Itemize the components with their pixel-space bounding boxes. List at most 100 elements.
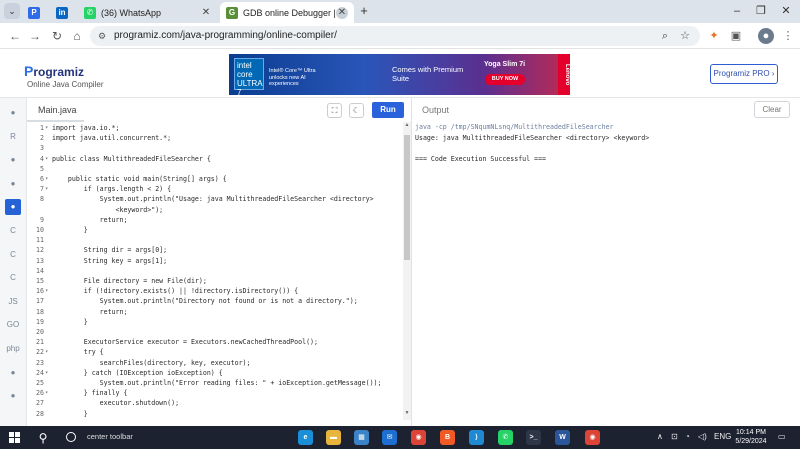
java-icon[interactable]: ● [5, 199, 21, 216]
code-text[interactable]: } [52, 225, 88, 235]
code-line[interactable]: 9 return; [27, 215, 402, 225]
home-icon[interactable]: ⌂ [70, 29, 84, 43]
bookmark-star-icon[interactable]: ☆ [678, 29, 692, 43]
code-text[interactable]: return; [52, 307, 128, 317]
omnibox[interactable]: ⚙ programiz.com/java-programming/online-… [90, 26, 700, 46]
code-text[interactable]: System.out.println("Usage: java Multithr… [52, 194, 374, 204]
code-line[interactable]: 14 [27, 266, 402, 276]
fold-toggle-icon[interactable]: ▾ [45, 286, 51, 296]
minimize-icon[interactable]: – [730, 4, 744, 18]
code-editor[interactable]: 1 ▾ import java.io.*; 2 import java.util.con… [27, 122, 402, 424]
tray-chevron-icon[interactable]: ∧ [657, 432, 663, 441]
code-line[interactable]: <keyword>"); [27, 205, 402, 215]
html-icon[interactable]: ● [5, 176, 21, 192]
extensions-puzzle-icon[interactable]: ▣ [728, 28, 744, 44]
code-text[interactable]: System.out.println("Error reading files:… [52, 378, 382, 388]
tray-network-icon[interactable]: ⊡ [671, 432, 678, 441]
browser-tab[interactable]: P [22, 2, 46, 23]
back-icon[interactable]: ← [8, 29, 22, 43]
php-icon[interactable]: php [5, 341, 21, 357]
forward-icon[interactable]: → [28, 29, 42, 43]
profile-avatar[interactable]: ● [758, 28, 774, 44]
code-line[interactable]: 21 ExecutorService executor = Executors.… [27, 337, 402, 347]
r-icon[interactable]: R [5, 129, 21, 145]
code-text[interactable]: String dir = args[0]; [52, 245, 167, 255]
pane-divider[interactable] [411, 98, 412, 426]
code-text[interactable]: if (!directory.exists() || !directory.is… [52, 286, 298, 296]
code-text[interactable]: } [52, 409, 88, 419]
chrome-app[interactable]: ◉ [411, 430, 426, 445]
taskbar-search-label[interactable]: center toolbar [87, 432, 133, 441]
ad-banner[interactable]: intel core ULTRA 7 Intel® Core™ Ultra un… [229, 54, 570, 95]
mail-app[interactable]: ✉ [382, 430, 397, 445]
code-text[interactable]: } [52, 317, 88, 327]
code-line[interactable]: 16 ▾ if (!directory.exists() || !director… [27, 286, 402, 296]
go-icon[interactable]: GO [5, 317, 21, 333]
code-line[interactable]: 17 System.out.println("Directory not fou… [27, 296, 402, 306]
code-line[interactable]: 20 [27, 327, 402, 337]
taskbar-clock[interactable]: 10:14 PM 5/29/2024 [733, 428, 769, 446]
code-line[interactable]: 15 File directory = new File(dir); [27, 276, 402, 286]
scroll-down-arrow-icon[interactable]: ▼ [403, 410, 411, 418]
code-line[interactable]: 7 ▾ if (args.length < 2) { [27, 184, 402, 194]
fold-toggle-icon[interactable]: ▾ [45, 184, 51, 194]
zoom-icon[interactable]: ⌕ [658, 29, 672, 43]
code-line[interactable]: 19 } [27, 317, 402, 327]
code-text[interactable]: } finally { [52, 388, 128, 398]
code-text[interactable]: String key = args[1]; [52, 256, 167, 266]
code-line[interactable]: 18 return; [27, 307, 402, 317]
code-line[interactable]: 27 executor.shutdown(); [27, 398, 402, 408]
programiz-pro-button[interactable]: Programiz PRO › [710, 64, 778, 84]
taskbar-search-icon[interactable]: ⚲ [36, 431, 50, 445]
close-window-icon[interactable]: ✕ [779, 4, 793, 18]
tab-search-icon[interactable]: ⌄ [4, 3, 20, 19]
editor-scrollbar-thumb[interactable] [404, 135, 410, 260]
code-text[interactable]: public class MultithreadedFileSearcher { [52, 154, 211, 164]
word-app[interactable]: W [555, 430, 570, 445]
python-icon[interactable]: ● [5, 105, 21, 121]
code-line[interactable]: 4 ▾ public class MultithreadedFileSearcher… [27, 154, 402, 164]
notification-icon[interactable]: ▭ [778, 432, 786, 441]
fold-toggle-icon[interactable]: ▾ [45, 347, 51, 357]
extension-icon[interactable]: ✦ [706, 28, 722, 44]
code-text[interactable]: if (args.length < 2) { [52, 184, 171, 194]
cpp-icon[interactable]: C [5, 247, 21, 263]
file-explorer-app[interactable]: ▬ [326, 430, 341, 445]
code-text[interactable]: searchFiles(directory, key, executor); [52, 358, 251, 368]
theme-toggle-icon[interactable]: ☾ [349, 103, 364, 118]
code-line[interactable]: 10 } [27, 225, 402, 235]
code-line[interactable]: 13 String key = args[1]; [27, 256, 402, 266]
scroll-up-arrow-icon[interactable]: ▲ [403, 122, 411, 130]
code-text[interactable]: File directory = new File(dir); [52, 276, 207, 286]
run-button[interactable]: Run [372, 102, 404, 118]
code-text[interactable]: import java.io.*; [52, 123, 120, 133]
code-line[interactable]: 6 ▾ public static void main(String[] args… [27, 174, 402, 184]
clear-button[interactable]: Clear [754, 101, 790, 118]
maximize-icon[interactable]: ❐ [754, 4, 768, 18]
js-icon[interactable]: JS [5, 294, 21, 310]
code-text[interactable]: try { [52, 347, 104, 357]
task-view-icon[interactable] [66, 432, 76, 442]
sql-icon[interactable]: ● [5, 152, 21, 168]
fold-toggle-icon[interactable]: ▾ [45, 174, 51, 184]
browser-tab[interactable]: G GDB online Debugger | Compi✕ [220, 2, 354, 23]
browser-tab[interactable]: in [50, 2, 74, 23]
fullscreen-icon[interactable]: ⛶ [327, 103, 342, 118]
rust-icon[interactable]: ● [5, 388, 21, 404]
vscode-app[interactable]: ⟩ [469, 430, 484, 445]
code-line[interactable]: 1 ▾ import java.io.*; [27, 123, 402, 133]
code-line[interactable]: 25 System.out.println("Error reading fil… [27, 378, 402, 388]
browser-menu-icon[interactable]: ⋮ [780, 28, 796, 44]
code-line[interactable]: 2 import java.util.concurrent.*; [27, 133, 402, 143]
tray-wifi-icon[interactable]: ◔ [685, 432, 690, 441]
fold-toggle-icon[interactable]: ▾ [45, 154, 51, 164]
code-text[interactable]: return; [52, 215, 128, 225]
fold-toggle-icon[interactable]: ▾ [45, 388, 51, 398]
code-line[interactable]: 3 [27, 143, 402, 153]
code-line[interactable]: 5 [27, 164, 402, 174]
csharp-icon[interactable]: C [5, 270, 21, 286]
code-line[interactable]: 11 [27, 235, 402, 245]
code-text[interactable]: import java.util.concurrent.*; [52, 133, 171, 143]
tab-close-icon[interactable]: ✕ [336, 6, 348, 19]
brave-app[interactable]: B [440, 430, 455, 445]
